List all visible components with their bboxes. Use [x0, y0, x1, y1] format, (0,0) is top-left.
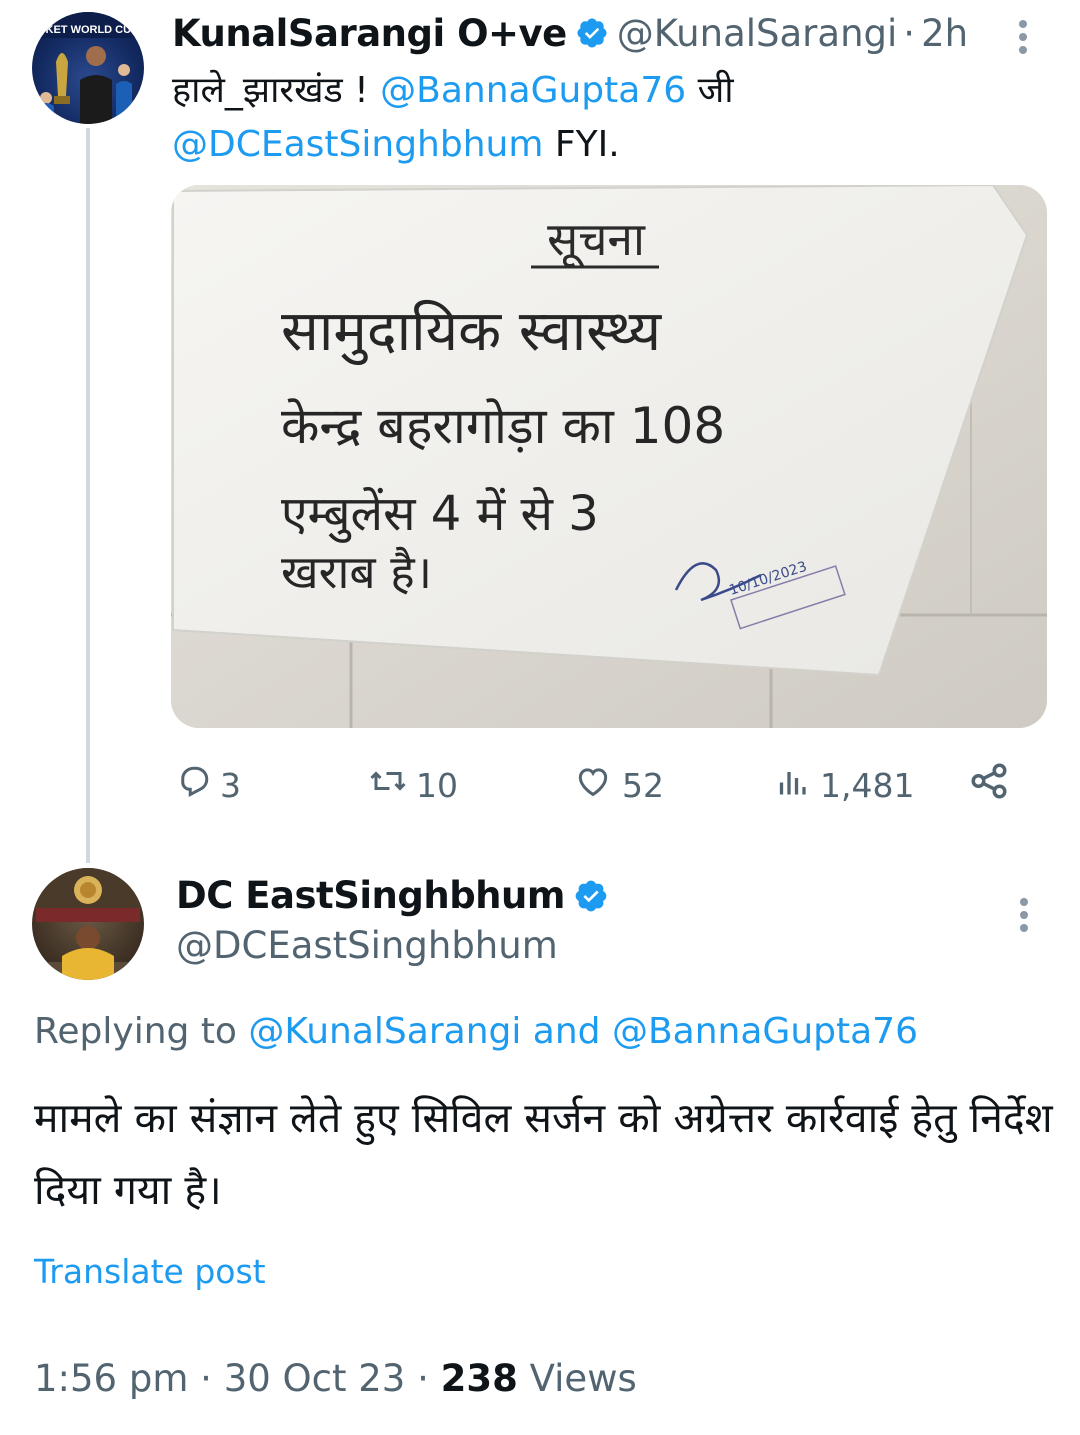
notice-line-2: केन्द्र बहरागोड़ा का 108: [281, 397, 725, 455]
post-time[interactable]: 1:56 pm: [34, 1357, 188, 1400]
notice-line-3: एम्बुलेंस 4 में से 3: [281, 486, 599, 543]
tweet-text-prefix: हाले_झारखंड !: [172, 70, 381, 111]
views-button[interactable]: 1,481: [772, 760, 914, 810]
replying-prefix: Replying to: [34, 1011, 249, 1052]
post-meta: 1:56 pm · 30 Oct 23 · 238 Views: [34, 1357, 637, 1400]
post-date[interactable]: 30 Oct 23: [224, 1357, 406, 1400]
author-name[interactable]: KunalSarangi O+ve: [172, 12, 567, 55]
share-button[interactable]: [968, 760, 1018, 810]
reply-text: मामले का संज्ञान लेते हुए सिविल सर्जन को…: [34, 1094, 1053, 1214]
like-icon: [572, 762, 622, 808]
like-button[interactable]: 52: [572, 760, 664, 810]
thread-line: [86, 128, 90, 863]
reply-author: DC EastSinghbhum: [176, 874, 617, 917]
timestamp[interactable]: 2h: [921, 12, 968, 55]
mention-link[interactable]: @BannaGupta76: [612, 1011, 918, 1052]
author-handle[interactable]: @KunalSarangi: [617, 12, 898, 55]
tweet-header: KunalSarangi O+ve @KunalSarangi · 2h: [172, 10, 968, 56]
notice-heading: सूचना: [547, 212, 646, 268]
mention-link[interactable]: @BannaGupta76: [380, 70, 686, 111]
repost-icon: [368, 763, 416, 807]
tweet-text-mid: जी: [686, 70, 734, 111]
tweet-media-photo[interactable]: सूचना सामुदायिक स्वास्थ्य केन्द्र बहरागो…: [171, 185, 1047, 728]
replying-and: and: [521, 1011, 612, 1052]
separator-dot: ·: [405, 1357, 441, 1400]
repost-button[interactable]: 10: [368, 760, 458, 810]
avatar-banner-text: CKET WORLD CUP: [38, 24, 139, 36]
mention-link[interactable]: @KunalSarangi: [248, 1011, 521, 1052]
author-name[interactable]: DC EastSinghbhum: [176, 874, 565, 917]
like-count: 52: [622, 765, 664, 805]
avatar-image: [32, 868, 144, 980]
more-icon[interactable]: [1018, 20, 1028, 54]
verified-icon: [575, 16, 609, 50]
share-icon: [968, 760, 1018, 810]
views-label: Views: [529, 1357, 637, 1400]
mention-link[interactable]: @DCEastSinghbhum: [172, 124, 543, 165]
tweet-text: हाले_झारखंड ! @BannaGupta76 जी @DCEastSi…: [172, 64, 1032, 172]
tweet-text-suffix: FYI.: [543, 124, 620, 165]
action-bar: 3 10 52 1,481: [172, 760, 1012, 810]
author-handle[interactable]: @DCEastSinghbhum: [176, 924, 558, 967]
notice-line-1: सामुदायिक स्वास्थ्य: [281, 299, 663, 366]
reply-icon: [176, 763, 220, 807]
reply-count: 3: [220, 765, 241, 805]
avatar-image: CKET WORLD CUP: [32, 12, 144, 124]
separator-dot: ·: [903, 11, 916, 55]
views-count: 238: [440, 1357, 518, 1400]
views-icon: [772, 763, 820, 807]
verified-icon: [573, 878, 609, 914]
views-count: 1,481: [820, 765, 915, 805]
avatar[interactable]: [32, 868, 144, 980]
translate-post-link[interactable]: Translate post: [34, 1252, 266, 1291]
notice-photo: सूचना सामुदायिक स्वास्थ्य केन्द्र बहरागो…: [171, 185, 1047, 728]
avatar[interactable]: CKET WORLD CUP: [32, 12, 144, 124]
notice-line-4: खराब है।: [281, 545, 432, 599]
reply-button[interactable]: 3: [176, 760, 241, 810]
more-icon[interactable]: [1019, 898, 1029, 932]
repost-count: 10: [416, 765, 458, 805]
replying-to: Replying to @KunalSarangi and @BannaGupt…: [34, 1011, 918, 1052]
separator-dot: ·: [188, 1357, 224, 1400]
